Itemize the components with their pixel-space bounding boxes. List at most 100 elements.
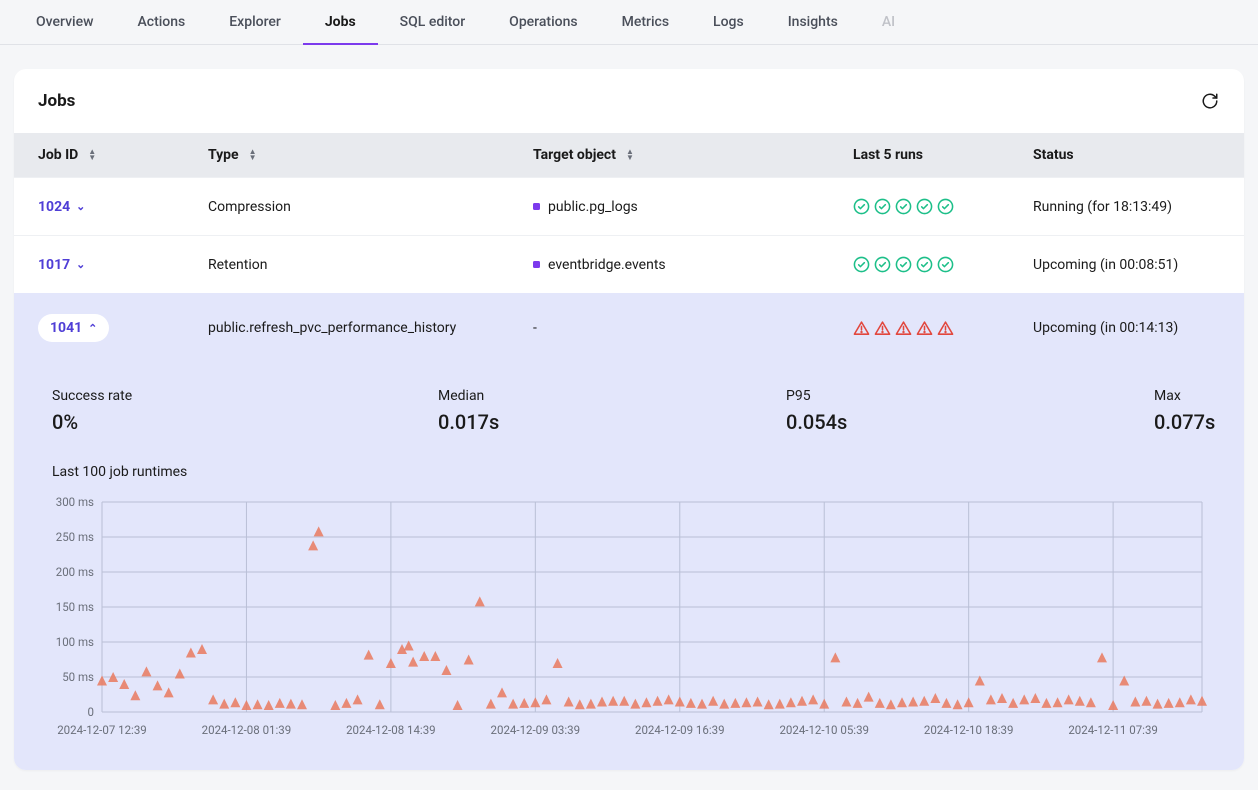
job-status: Upcoming (in 00:08:51)	[1033, 257, 1220, 273]
check-circle-icon	[853, 256, 870, 273]
check-circle-icon	[937, 198, 954, 215]
svg-text:300 ms: 300 ms	[56, 495, 94, 509]
job-id-toggle[interactable]: 1041 ⌃	[38, 314, 109, 342]
tabs-bar: OverviewActionsExplorerJobsSQL editorOpe…	[0, 0, 1258, 45]
svg-text:100 ms: 100 ms	[56, 635, 94, 649]
target-label: eventbridge.events	[548, 257, 666, 273]
job-status: Upcoming (in 00:14:13)	[1033, 320, 1220, 336]
chart-wrap: 0 50 ms 100 ms 150 ms 200 ms 250 ms 300 ms 2024…	[52, 494, 1206, 744]
job-id-toggle[interactable]: 1024 ⌄	[38, 199, 85, 215]
job-id: 1017	[38, 257, 70, 273]
stat-success-rate: Success rate0%	[52, 388, 438, 434]
col-target-object[interactable]: Target object ▲▼	[533, 147, 853, 163]
svg-text:200 ms: 200 ms	[56, 565, 94, 579]
chevron-down-icon: ⌄	[76, 258, 85, 271]
check-circle-icon	[874, 198, 891, 215]
warning-triangle-icon	[937, 320, 954, 337]
last-5-runs	[853, 320, 1033, 337]
svg-text:2024-12-07 12:39: 2024-12-07 12:39	[57, 723, 147, 737]
svg-text:2024-12-09 03:39: 2024-12-09 03:39	[491, 723, 581, 737]
check-circle-icon	[937, 256, 954, 273]
svg-text:250 ms: 250 ms	[56, 530, 94, 544]
table-row: 1017 ⌄ Retention eventbridge.events Upcoming…	[14, 235, 1244, 293]
svg-text:0: 0	[88, 705, 94, 719]
job-id: 1024	[38, 199, 70, 215]
tab-jobs[interactable]: Jobs	[303, 0, 378, 44]
sort-icon[interactable]: ▲▼	[88, 149, 96, 161]
last-5-runs	[853, 198, 1033, 215]
tab-overview[interactable]: Overview	[14, 0, 115, 44]
expanded-panel: Success rate0%Median0.017sP95 0.054sMax 0.…	[14, 362, 1244, 770]
last-5-runs	[853, 256, 1033, 273]
chart-title: Last 100 job runtimes	[52, 464, 1206, 480]
stat-label: Success rate	[52, 388, 438, 404]
job-type: Retention	[208, 257, 533, 273]
svg-text:150 ms: 150 ms	[56, 600, 94, 614]
col-label: Status	[1033, 147, 1074, 163]
check-circle-icon	[853, 198, 870, 215]
svg-text:2024-12-10 18:39: 2024-12-10 18:39	[924, 723, 1014, 737]
chevron-up-icon: ⌃	[88, 322, 97, 335]
hypertable-icon	[533, 261, 540, 268]
tab-explorer[interactable]: Explorer	[207, 0, 303, 44]
warning-triangle-icon	[916, 320, 933, 337]
sort-icon[interactable]: ▲▼	[249, 149, 257, 161]
hypertable-icon	[533, 203, 540, 210]
col-label: Job ID	[38, 147, 78, 163]
svg-text:2024-12-09 16:39: 2024-12-09 16:39	[635, 723, 725, 737]
runtime-chart: 0 50 ms 100 ms 150 ms 200 ms 250 ms 300 ms 2024…	[52, 494, 1212, 744]
sort-icon[interactable]: ▲▼	[626, 149, 634, 161]
check-circle-icon	[916, 256, 933, 273]
chevron-down-icon: ⌄	[76, 200, 85, 213]
tab-sql-editor[interactable]: SQL editor	[378, 0, 488, 44]
svg-text:2024-12-08 14:39: 2024-12-08 14:39	[346, 723, 436, 737]
col-label: Target object	[533, 147, 616, 163]
warning-triangle-icon	[853, 320, 870, 337]
stat-value: 0.054s	[786, 410, 1154, 434]
job-status: Running (for 18:13:49)	[1033, 199, 1220, 215]
tab-insights[interactable]: Insights	[766, 0, 860, 44]
tab-ai: AI	[860, 0, 917, 44]
col-status: Status	[1033, 147, 1220, 163]
target-label: -	[533, 320, 537, 336]
check-circle-icon	[895, 198, 912, 215]
refresh-button[interactable]	[1200, 91, 1220, 111]
col-job-id[interactable]: Job ID ▲▼	[38, 147, 208, 163]
tab-metrics[interactable]: Metrics	[600, 0, 691, 44]
tab-actions[interactable]: Actions	[115, 0, 207, 44]
svg-text:2024-12-08 01:39: 2024-12-08 01:39	[202, 723, 292, 737]
col-last-5-runs: Last 5 runs	[853, 147, 1033, 163]
target-object: -	[533, 320, 853, 336]
jobs-card: Jobs Job ID ▲▼ Type ▲▼ Target object ▲▼ Last 5…	[14, 69, 1244, 770]
stat-label: P95	[786, 388, 1154, 404]
tab-operations[interactable]: Operations	[487, 0, 599, 44]
svg-text:2024-12-11 07:39: 2024-12-11 07:39	[1068, 723, 1158, 737]
check-circle-icon	[916, 198, 933, 215]
card-title: Jobs	[38, 91, 75, 111]
stat-p95: P95 0.054s	[786, 388, 1154, 434]
stat-label: Max	[1154, 388, 1215, 404]
table-row: 1024 ⌄ Compression public.pg_logs Running (f…	[14, 177, 1244, 235]
tab-logs[interactable]: Logs	[691, 0, 766, 44]
stat-max: Max 0.077s	[1154, 388, 1215, 434]
job-type: Compression	[208, 199, 533, 215]
col-type[interactable]: Type ▲▼	[208, 147, 533, 163]
job-id: 1041	[50, 320, 82, 336]
table-header: Job ID ▲▼ Type ▲▼ Target object ▲▼ Last 5 runs…	[14, 133, 1244, 177]
col-label: Type	[208, 147, 239, 163]
col-label: Last 5 runs	[853, 147, 923, 163]
target-object: eventbridge.events	[533, 257, 853, 273]
card-header: Jobs	[14, 69, 1244, 133]
check-circle-icon	[895, 256, 912, 273]
job-id-toggle[interactable]: 1017 ⌄	[38, 257, 85, 273]
target-label: public.pg_logs	[548, 199, 638, 215]
svg-text:2024-12-10 05:39: 2024-12-10 05:39	[779, 723, 869, 737]
stats-row: Success rate0%Median0.017sP950.054sMax0.…	[52, 388, 1206, 434]
svg-text:50 ms: 50 ms	[62, 670, 94, 684]
stat-median: Median0.017s	[438, 388, 786, 434]
warning-triangle-icon	[874, 320, 891, 337]
stat-value: 0.077s	[1154, 410, 1215, 434]
table-row: 1041⌃public.refresh_pvc_performance_hist…	[14, 293, 1244, 362]
warning-triangle-icon	[895, 320, 912, 337]
stat-value: 0.017s	[438, 410, 786, 434]
